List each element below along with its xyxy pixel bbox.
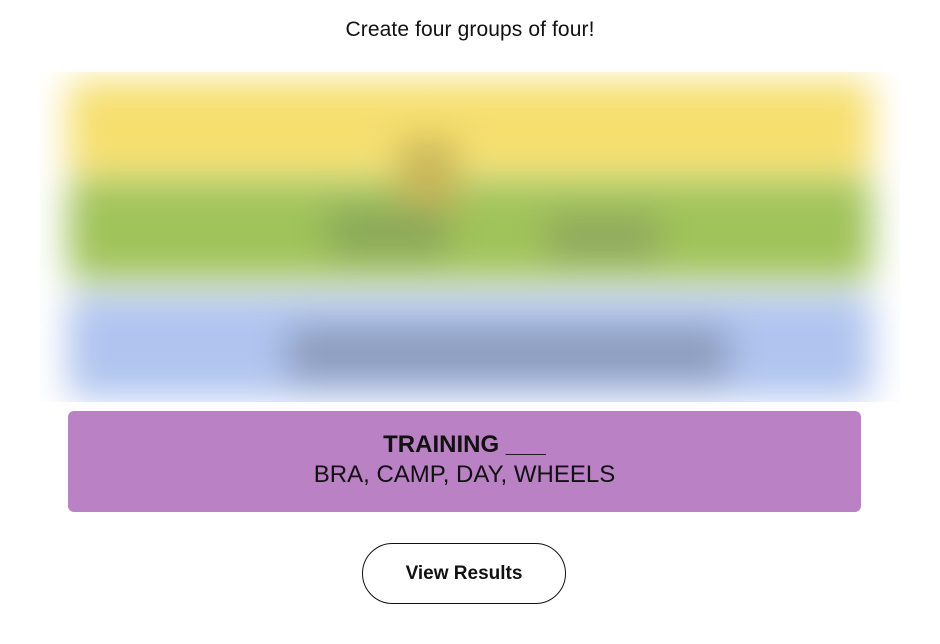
solved-group-card-purple: TRAINING ___ BRA, CAMP, DAY, WHEELS	[68, 411, 861, 512]
game-prompt: Create four groups of four!	[345, 18, 595, 41]
solved-group-title: TRAINING ___	[383, 431, 546, 458]
blurred-yellow-group	[68, 80, 872, 176]
blurred-solved-groups	[68, 80, 872, 398]
blurred-text-smudge	[548, 216, 658, 260]
connections-game-page: Create four groups of four! TRAINING ___…	[0, 0, 940, 644]
obscured-groups-area	[40, 72, 900, 402]
solved-group-members: BRA, CAMP, DAY, WHEELS	[313, 461, 616, 488]
blurred-text-smudge	[328, 208, 448, 256]
view-results-button[interactable]: View Results	[362, 543, 566, 604]
blurred-green-group	[68, 180, 872, 280]
blurred-text-smudge	[288, 328, 728, 380]
